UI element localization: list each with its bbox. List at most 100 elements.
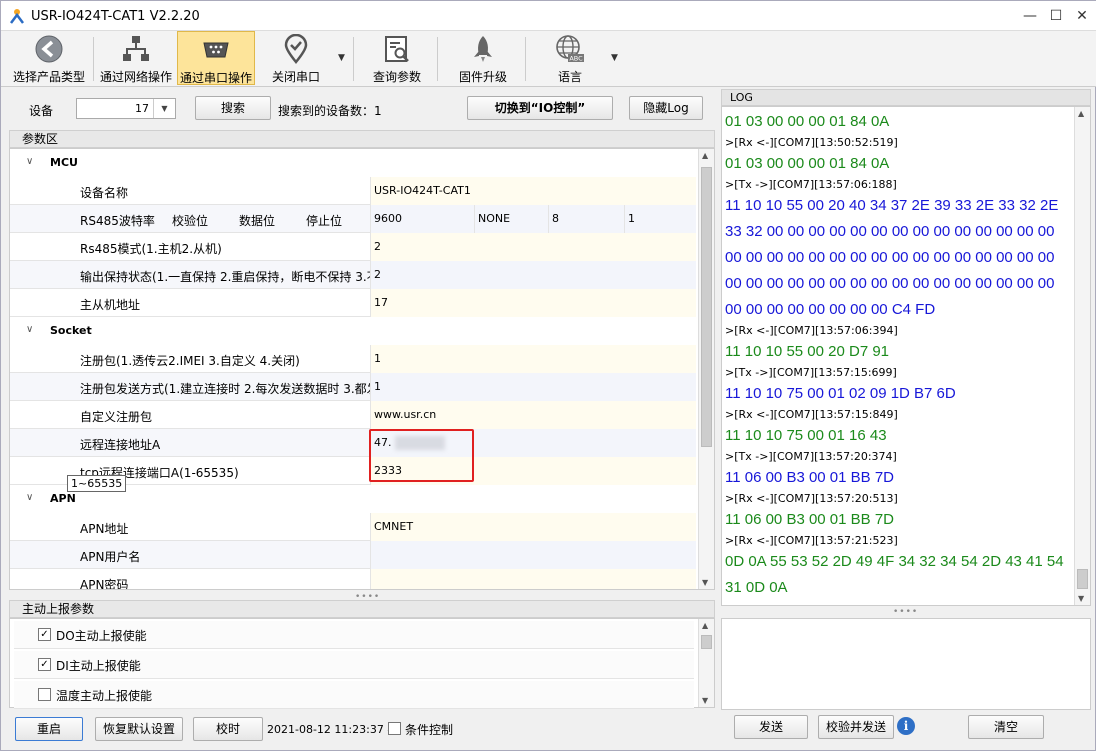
param-row-rs485-mode[interactable]: Rs485模式(1.主机2.从机) 2 (10, 233, 696, 261)
log-meta-line: >[Rx <-][COM7][13:57:20:513] (725, 492, 898, 505)
baud-label: RS485波特率 (80, 214, 155, 228)
category-socket[interactable]: ∨ Socket (10, 317, 696, 345)
scroll-down-icon[interactable]: ▼ (702, 696, 708, 705)
log-output[interactable]: 01 03 00 00 00 01 84 0A >[Rx <-][COM7][13… (721, 106, 1091, 606)
param-row-serial[interactable]: RS485波特率 校验位 数据位 停止位 9600 NONE 8 1 (10, 205, 696, 233)
scroll-up-icon[interactable]: ▲ (702, 151, 708, 160)
hide-log-button[interactable]: 隐藏Log (629, 96, 703, 120)
chevron-down-icon[interactable]: ∨ (26, 156, 33, 167)
search-button[interactable]: 搜索 (195, 96, 271, 120)
scroll-thumb[interactable] (1077, 569, 1088, 589)
report-item-do[interactable]: ✓ DO主动上报使能 (14, 621, 694, 649)
minimize-button[interactable]: — (1017, 1, 1043, 31)
param-value[interactable] (370, 541, 696, 569)
parity-value[interactable]: NONE (474, 205, 548, 233)
select-product-type-button[interactable]: 选择产品类型 (7, 31, 91, 85)
param-value[interactable]: 1 (370, 373, 696, 401)
chevron-down-icon[interactable]: ▼ (153, 99, 175, 118)
clear-button[interactable]: 清空 (968, 715, 1044, 739)
param-value[interactable] (370, 569, 696, 589)
param-label: 输出保持状态(1.一直保持 2.重启保持，断电不保持 3.不 (80, 270, 370, 284)
param-label: 设备名称 (80, 186, 129, 200)
sync-time-button[interactable]: 校时 (193, 717, 263, 741)
report-item-di[interactable]: ✓ DI主动上报使能 (14, 651, 694, 679)
close-serial-dropdown-icon[interactable]: ▼ (338, 53, 345, 63)
log-rx-line: 11 10 10 75 00 01 16 43 (725, 427, 887, 444)
location-check-icon (284, 34, 308, 64)
baud-value[interactable]: 9600 (370, 205, 474, 233)
scroll-thumb[interactable] (701, 167, 712, 447)
restart-button[interactable]: 重启 (15, 717, 83, 741)
param-section-header: 参数区 (9, 130, 715, 148)
param-row-output-hold[interactable]: 输出保持状态(1.一直保持 2.重启保持，断电不保持 3.不 2 (10, 261, 696, 289)
splitter-grip-icon[interactable]: •••• (893, 607, 918, 617)
scroll-up-icon[interactable]: ▲ (1078, 109, 1084, 118)
param-row-custom-register[interactable]: 自定义注册包 www.usr.cn (10, 401, 696, 429)
switch-io-control-button[interactable]: 切换到“IO控制” (467, 96, 613, 120)
condition-control-checkbox[interactable] (388, 722, 401, 735)
param-row-apn-user[interactable]: APN用户名 (10, 541, 696, 569)
close-button[interactable]: ✕ (1069, 1, 1095, 31)
param-row-device-name[interactable]: 设备名称 USR-IO424T-CAT1 (10, 177, 696, 205)
send-input[interactable] (721, 618, 1091, 710)
stopbits-value[interactable]: 1 (624, 205, 696, 233)
param-row-register-packet[interactable]: 注册包(1.透传云2.IMEI 3.自定义 4.关闭) 1 (10, 345, 696, 373)
maximize-button[interactable]: ☐ (1043, 1, 1069, 31)
param-row-slave-address[interactable]: 主从机地址 17 (10, 289, 696, 317)
scroll-thumb[interactable] (701, 635, 712, 649)
databits-value[interactable]: 8 (548, 205, 624, 233)
param-value[interactable]: CMNET (370, 513, 696, 541)
language-button[interactable]: ABC 语言 (537, 31, 603, 85)
scroll-down-icon[interactable]: ▼ (1078, 594, 1084, 603)
svg-text:ABC: ABC (569, 55, 583, 63)
close-serial-button[interactable]: 关闭串口 (259, 31, 333, 85)
chevron-down-icon[interactable]: ∨ (26, 324, 33, 335)
param-row-remote-address[interactable]: 远程连接地址A 47. (10, 429, 696, 457)
do-report-checkbox[interactable]: ✓ (38, 628, 51, 641)
param-label: Rs485模式(1.主机2.从机) (80, 242, 222, 256)
param-row-apn-password[interactable]: APN密码 (10, 569, 696, 590)
scroll-down-icon[interactable]: ▼ (702, 578, 708, 587)
stopbits-label: 停止位 (306, 214, 343, 228)
toolbar: 选择产品类型 通过网络操作 通过串口操作 关闭串口 ▼ 查询参数 固件升级 AB… (1, 31, 1096, 87)
param-value[interactable]: USR-IO424T-CAT1 (370, 177, 696, 205)
restore-defaults-button[interactable]: 恢复默认设置 (95, 717, 183, 741)
send-button[interactable]: 发送 (734, 715, 808, 739)
report-list: ✓ DO主动上报使能 ✓ DI主动上报使能 温度主动上报使能 ▲ ▼ (9, 618, 715, 709)
log-scrollbar[interactable]: ▲ ▼ (1074, 107, 1090, 605)
param-label: 注册包发送方式(1.建立连接时 2.每次发送数据时 3.都发 (80, 382, 370, 396)
temperature-report-checkbox[interactable] (38, 688, 51, 701)
condition-control-label: 条件控制 (405, 723, 454, 737)
log-meta-line: >[Rx <-][COM7][13:57:21:523] (725, 534, 898, 547)
info-icon[interactable]: i (897, 717, 915, 735)
found-count-label: 搜索到的设备数：1 (278, 102, 382, 119)
checksum-send-button[interactable]: 校验并发送 (818, 715, 894, 739)
scroll-up-icon[interactable]: ▲ (702, 621, 708, 630)
param-value[interactable]: 2 (370, 261, 696, 289)
param-value[interactable]: 1 (370, 345, 696, 373)
device-select[interactable]: 17 ▼ (76, 98, 176, 119)
firmware-upgrade-button[interactable]: 固件升级 (449, 31, 517, 85)
network-operation-button[interactable]: 通过网络操作 (96, 31, 176, 85)
report-scrollbar[interactable]: ▲ ▼ (698, 619, 714, 707)
param-row-register-send-mode[interactable]: 注册包发送方式(1.建立连接时 2.每次发送数据时 3.都发 1 (10, 373, 696, 401)
language-dropdown-icon[interactable]: ▼ (611, 53, 618, 63)
query-params-button[interactable]: 查询参数 (363, 31, 431, 85)
annotation-highlight-box (369, 429, 474, 482)
di-report-checkbox[interactable]: ✓ (38, 658, 51, 671)
chevron-down-icon[interactable]: ∨ (26, 492, 33, 503)
report-item-temperature[interactable]: 温度主动上报使能 (14, 681, 694, 709)
param-value[interactable]: www.usr.cn (370, 401, 696, 429)
category-mcu[interactable]: ∨ MCU (10, 149, 696, 177)
port-range-tooltip: 1~65535 (67, 475, 127, 492)
param-row-apn-address[interactable]: APN地址 CMNET (10, 513, 696, 541)
param-label: APN密码 (80, 578, 129, 590)
param-value[interactable]: 17 (370, 289, 696, 317)
serial-operation-button[interactable]: 通过串口操作 (177, 31, 255, 85)
params-scrollbar[interactable]: ▲ ▼ (698, 149, 714, 589)
app-logo-icon (10, 9, 24, 24)
datetime-display: 2021-08-12 11:23:37 4 (267, 723, 395, 736)
log-rx-line: 11 06 00 B3 00 01 BB 7D (725, 511, 895, 528)
param-value[interactable]: 2 (370, 233, 696, 261)
toolbar-label: 通过串口操作 (179, 71, 252, 85)
